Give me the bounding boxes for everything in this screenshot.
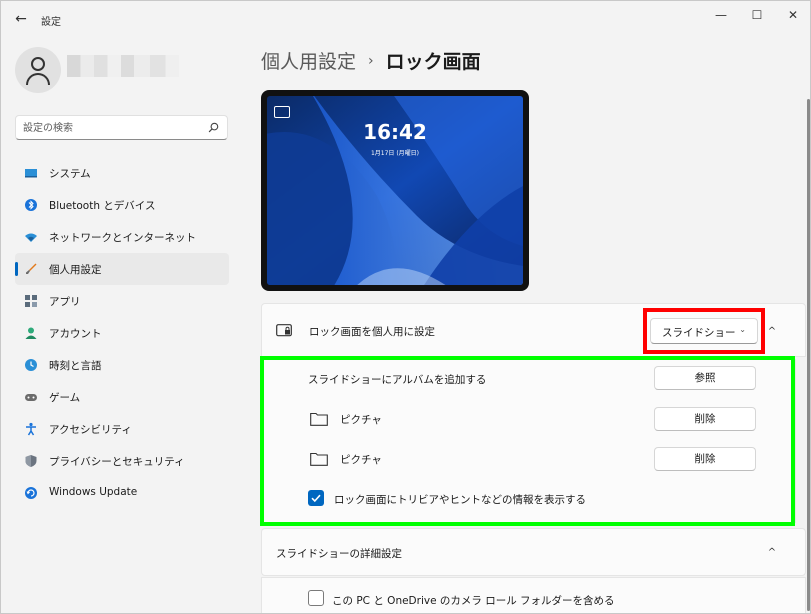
sidebar-item-privacy[interactable]: プライバシーとセキュリティ — [15, 445, 229, 477]
search-input[interactable] — [23, 120, 203, 136]
avatar-body-icon — [26, 73, 50, 85]
sidebar-item-accessibility[interactable]: アクセシビリティ — [15, 413, 229, 445]
lock-screen-preview: 16:42 1月17日 (月曜日) — [261, 90, 529, 291]
app-title: 設定 — [41, 17, 61, 28]
wifi-icon — [25, 233, 37, 242]
settings-window: ← 設定 — ☐ ✕ システム Bluetooth とデバイス — [0, 0, 811, 614]
slideshow-advanced-label: スライドショーの詳細設定 — [276, 548, 402, 560]
sidebar-item-label: アクセシビリティ — [49, 424, 132, 436]
sidebar-item-label: システム — [49, 168, 91, 180]
breadcrumb-separator-icon: › — [368, 52, 374, 69]
sidebar-item-time-language[interactable]: 時刻と言語 — [15, 349, 229, 381]
sidebar-item-windows-update[interactable]: Windows Update — [15, 477, 229, 509]
sidebar-item-apps[interactable]: アプリ — [15, 285, 229, 317]
sidebar-item-label: Bluetooth とデバイス — [49, 200, 156, 212]
lock-screen-personalize-label: ロック画面を個人用に設定 — [309, 326, 435, 338]
dropdown-highlight-box — [643, 308, 765, 354]
sidebar-item-system[interactable]: システム — [15, 157, 229, 189]
accessibility-icon — [26, 422, 36, 436]
main-scrollbar[interactable] — [807, 99, 810, 611]
sidebar-item-label: Windows Update — [49, 486, 138, 498]
slideshow-advanced-card[interactable]: スライドショーの詳細設定 ^ — [261, 528, 806, 576]
onedrive-camera-roll-label: この PC と OneDrive のカメラ ロール フォルダーを含める — [332, 595, 615, 607]
breadcrumb: 個人用設定 › ロック画面 — [261, 47, 481, 74]
avatar[interactable] — [15, 47, 61, 93]
account-icon — [25, 327, 37, 339]
search-icon[interactable] — [208, 122, 219, 133]
maximize-icon: ☐ — [751, 8, 763, 22]
onedrive-camera-roll-row: この PC と OneDrive のカメラ ロール フォルダーを含める — [261, 577, 806, 613]
system-icon — [25, 169, 37, 178]
collapse-chevron-up-icon[interactable]: ^ — [764, 324, 780, 338]
windows-update-icon — [25, 487, 37, 499]
slideshow-settings-highlight-box — [260, 356, 795, 526]
minimize-button[interactable]: — — [703, 5, 739, 25]
avatar-head-icon — [31, 57, 45, 71]
lock-screen-icon — [276, 324, 292, 337]
sidebar-item-label: 時刻と言語 — [49, 360, 102, 372]
sidebar-item-accounts[interactable]: アカウント — [15, 317, 229, 349]
collapse-chevron-up-icon[interactable]: ^ — [764, 545, 780, 559]
redacted-user-name — [67, 55, 179, 77]
gamepad-icon — [25, 394, 37, 401]
back-arrow-icon: ← — [15, 11, 27, 27]
preview-screen: 16:42 1月17日 (月曜日) — [267, 96, 523, 285]
onedrive-camera-roll-checkbox[interactable] — [308, 590, 324, 606]
sidebar-item-network[interactable]: ネットワークとインターネット — [15, 221, 229, 253]
sidebar-nav: システム Bluetooth とデバイス ネットワークとインターネット 個人用設… — [15, 157, 229, 509]
sidebar-item-gaming[interactable]: ゲーム — [15, 381, 229, 413]
apps-icon — [25, 295, 37, 307]
close-button[interactable]: ✕ — [775, 5, 810, 25]
settings-search-box[interactable] — [15, 115, 228, 140]
brush-icon — [26, 263, 37, 274]
title-bar: ← 設定 — ☐ ✕ — [1, 1, 810, 37]
sidebar-item-label: アプリ — [49, 296, 81, 308]
maximize-button[interactable]: ☐ — [739, 5, 775, 25]
bluetooth-icon — [25, 199, 37, 211]
page-title: ロック画面 — [385, 51, 481, 73]
breadcrumb-parent[interactable]: 個人用設定 — [261, 47, 356, 74]
close-icon: ✕ — [787, 8, 799, 22]
time-language-icon — [25, 359, 37, 371]
sidebar-item-personalization[interactable]: 個人用設定 — [15, 253, 229, 285]
sidebar-item-bluetooth[interactable]: Bluetooth とデバイス — [15, 189, 229, 221]
back-button[interactable]: ← — [11, 9, 31, 29]
preview-time: 16:42 — [363, 120, 427, 144]
slideshow-badge-icon — [274, 106, 290, 118]
sidebar-item-label: プライバシーとセキュリティ — [49, 456, 185, 468]
sidebar-item-label: アカウント — [49, 328, 102, 340]
sidebar-item-label: ネットワークとインターネット — [49, 232, 196, 244]
sidebar-item-label: ゲーム — [49, 392, 81, 404]
sidebar-item-label: 個人用設定 — [49, 264, 102, 276]
active-indicator — [15, 262, 18, 276]
preview-date: 1月17日 (月曜日) — [370, 150, 420, 157]
minimize-icon: — — [715, 8, 727, 22]
shield-icon — [25, 455, 37, 467]
